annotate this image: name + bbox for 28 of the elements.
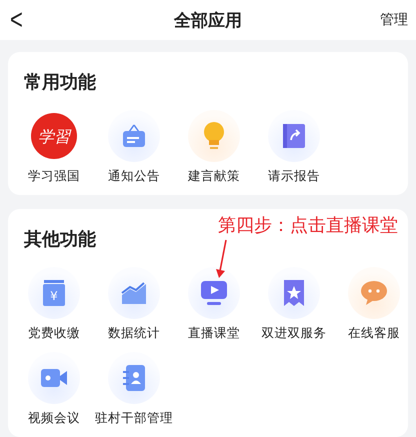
- annotation-arrow: [214, 239, 230, 279]
- section-title: 其他功能: [23, 228, 97, 251]
- app-shortcut[interactable]: 请示报告: [254, 110, 334, 185]
- lightbulb-icon: [202, 121, 226, 151]
- annotation-text: 第四步：点击直播课堂: [218, 214, 398, 237]
- app-shortcut[interactable]: 数据统计: [94, 267, 174, 342]
- play-screen-icon: [200, 280, 228, 306]
- forward-document-icon: [282, 123, 306, 149]
- app-shortcut[interactable]: 学習 学习强国: [14, 110, 94, 185]
- app-shortcut[interactable]: 视频会议: [14, 352, 94, 427]
- app-shortcut[interactable]: 在线客服: [334, 267, 414, 342]
- app-shortcut[interactable]: 直播课堂: [174, 267, 254, 342]
- chat-bubble-icon: [360, 280, 388, 306]
- video-camera-icon: [40, 368, 68, 388]
- app-shortcut[interactable]: 双进双服务: [254, 267, 334, 342]
- back-button[interactable]: <: [10, 6, 23, 34]
- app-shortcut[interactable]: 驻村干部管理: [94, 352, 174, 427]
- section-title: 常用功能: [23, 71, 97, 94]
- contact-book-icon: [122, 364, 146, 392]
- app-shortcut[interactable]: 通知公告: [94, 110, 174, 185]
- manage-button[interactable]: 管理: [380, 11, 408, 29]
- signboard-icon: [121, 123, 147, 149]
- app-shortcut[interactable]: ¥ 党费收缴: [14, 267, 94, 342]
- star-ribbon-icon: [283, 279, 305, 307]
- page-title: 全部应用: [174, 10, 242, 32]
- app-shortcut[interactable]: 建言献策: [174, 110, 254, 185]
- app-logo-icon: 学習: [31, 113, 77, 159]
- rising-chart-icon: [120, 281, 148, 305]
